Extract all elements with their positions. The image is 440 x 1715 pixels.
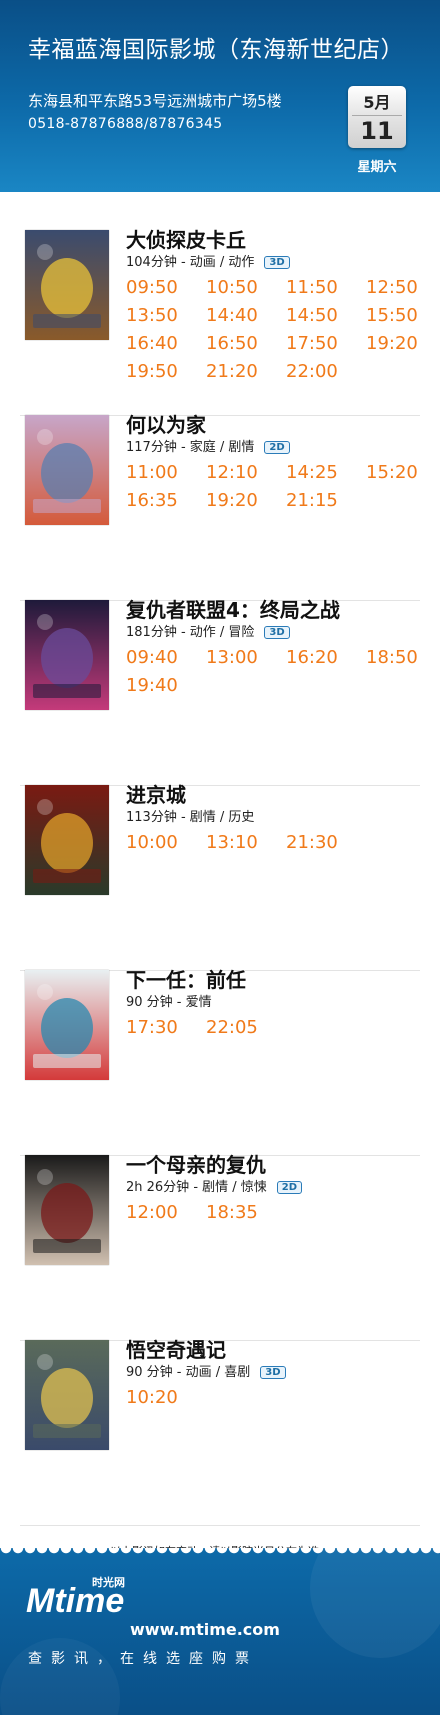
showtime-slot[interactable]: 15:50	[366, 304, 440, 327]
showtime-slot[interactable]: 13:00	[206, 646, 286, 669]
showtime-slot[interactable]: 22:00	[286, 360, 366, 383]
showtime-grid: 11:00 12:10 14:25 15:20 16:35 19:20 21:15	[126, 461, 426, 512]
movie-meta: 2h 26分钟 - 剧情 / 惊悚 2D	[126, 1176, 303, 1195]
showtime-slot[interactable]: 16:40	[126, 332, 206, 355]
movie-item[interactable]: 复仇者联盟4：终局之战 181分钟 - 动作 / 冒险 3D 09:40 13:00 16…	[20, 598, 420, 786]
movie-duration-genre: 117分钟 - 家庭 / 剧情	[126, 440, 255, 455]
movie-title[interactable]: 大侦探皮卡丘	[126, 224, 246, 253]
date-month: 5月	[363, 93, 391, 112]
showtime-grid: 10:00 13:10 21:30	[126, 831, 426, 854]
ticket-edge-top	[0, 190, 440, 202]
format-badge-2d: 2D	[264, 441, 290, 454]
showtime-slot[interactable]: 13:50	[126, 304, 206, 327]
showtime-slot[interactable]: 10:50	[206, 276, 286, 299]
showtime-slot[interactable]: 10:20	[126, 1386, 206, 1409]
showtime-slot[interactable]: 14:50	[286, 304, 366, 327]
date-calendar-badge: 5月 11	[348, 86, 406, 148]
movie-poster-image[interactable]	[25, 785, 109, 895]
movie-title[interactable]: 何以为家	[126, 409, 206, 438]
movie-meta: 113分钟 - 剧情 / 历史	[126, 806, 254, 825]
showtime-slot[interactable]: 14:25	[286, 461, 366, 484]
movie-poster-image[interactable]	[25, 970, 109, 1080]
movie-item[interactable]: 一个母亲的复仇 2h 26分钟 - 剧情 / 惊悚 2D 12:00 18:35	[20, 1153, 420, 1341]
showtime-slot[interactable]: 16:20	[286, 646, 366, 669]
movie-meta: 117分钟 - 家庭 / 剧情 2D	[126, 436, 290, 455]
logo-cn-text: 时光网	[92, 1575, 125, 1589]
showtime-slot[interactable]: 14:40	[206, 304, 286, 327]
showtime-slot[interactable]: 15:20	[366, 461, 440, 484]
movie-title[interactable]: 下一任：前任	[126, 964, 246, 993]
movie-item[interactable]: 何以为家 117分钟 - 家庭 / 剧情 2D 11:00 12:10 14:25 15:2…	[20, 413, 420, 601]
movie-poster-image[interactable]	[25, 415, 109, 525]
movie-item[interactable]: 大侦探皮卡丘 104分钟 - 动画 / 动作 3D 09:50 10:50 11:50 12…	[20, 228, 420, 416]
showtime-slot[interactable]: 21:15	[286, 489, 366, 512]
showtime-slot[interactable]: 22:05	[206, 1016, 286, 1039]
movie-meta: 104分钟 - 动画 / 动作 3D	[126, 251, 290, 270]
cinema-address: 东海县和平东路53号远洲城市广场5楼	[28, 92, 282, 110]
showtime-slot[interactable]: 18:50	[366, 646, 440, 669]
showtime-slot[interactable]: 19:20	[366, 332, 440, 355]
mtime-logo[interactable]: Mtime 时光网	[26, 1572, 130, 1624]
showtime-slot[interactable]: 21:20	[206, 360, 286, 383]
showtime-slot[interactable]: 13:10	[206, 831, 286, 854]
showtime-slot[interactable]: 17:30	[126, 1016, 206, 1039]
movie-meta: 90 分钟 - 动画 / 喜剧 3D	[126, 1361, 286, 1380]
mtime-url-link[interactable]: www.mtime.com	[130, 1620, 280, 1639]
showtime-slot[interactable]: 19:40	[126, 674, 206, 697]
showtime-slot[interactable]: 12:10	[206, 461, 286, 484]
format-badge-2d: 2D	[276, 1181, 303, 1194]
showtime-grid: 09:50 10:50 11:50 12:50 13:50 14:40 14:50 15:50…	[126, 276, 426, 383]
format-badge-3d: 3D	[264, 626, 290, 639]
cinema-name: 幸福蓝海国际影城（东海新世纪店）	[28, 37, 404, 63]
movie-title[interactable]: 复仇者联盟4：终局之战	[126, 594, 340, 623]
movie-duration-genre: 90 分钟 - 爱情	[126, 995, 212, 1010]
movie-item[interactable]: 下一任：前任 90 分钟 - 爱情 17:30 22:05	[20, 968, 420, 1156]
ticket-edge-bottom	[0, 1548, 440, 1560]
showtime-slot[interactable]: 11:00	[126, 461, 206, 484]
movie-duration-genre: 113分钟 - 剧情 / 历史	[126, 810, 255, 825]
movie-meta: 90 分钟 - 爱情	[126, 991, 212, 1010]
movie-duration-genre: 104分钟 - 动画 / 动作	[126, 255, 255, 270]
movie-title[interactable]: 进京城	[126, 779, 186, 808]
showtime-slot[interactable]: 16:35	[126, 489, 206, 512]
date-weekday: 星期六	[357, 160, 397, 175]
showtime-slot[interactable]: 12:50	[366, 276, 440, 299]
showtime-slot[interactable]: 12:00	[126, 1201, 206, 1224]
showtime-slot[interactable]: 18:35	[206, 1201, 286, 1224]
mtime-logo-icon: Mtime 时光网	[26, 1575, 125, 1620]
format-badge-3d: 3D	[260, 1366, 286, 1379]
movie-item[interactable]: 悟空奇遇记 90 分钟 - 动画 / 喜剧 3D 10:20	[20, 1338, 420, 1526]
movie-poster-image[interactable]	[25, 1155, 109, 1265]
movie-poster-image[interactable]	[25, 230, 109, 340]
movie-duration-genre: 90 分钟 - 动画 / 喜剧	[126, 1365, 251, 1380]
movie-item[interactable]: 进京城 113分钟 - 剧情 / 历史 10:00 13:10 21:30	[20, 783, 420, 971]
movie-duration-genre: 181分钟 - 动作 / 冒险	[126, 625, 255, 640]
showtime-slot[interactable]: 09:50	[126, 276, 206, 299]
showtime-grid: 12:00 18:35	[126, 1201, 426, 1224]
movie-poster-image[interactable]	[25, 600, 109, 710]
format-badge-3d: 3D	[264, 256, 290, 269]
showtime-slot[interactable]: 19:50	[126, 360, 206, 383]
showtime-slot[interactable]: 19:20	[206, 489, 286, 512]
cinema-header: 幸福蓝海国际影城（东海新世纪店） 东海县和平东路53号远洲城市广场5楼 0518…	[0, 0, 440, 192]
movie-title[interactable]: 一个母亲的复仇	[126, 1149, 266, 1178]
showtime-grid: 10:20	[126, 1386, 426, 1409]
date-day: 11	[360, 117, 394, 145]
movie-duration-genre: 2h 26分钟 - 剧情 / 惊悚	[126, 1180, 267, 1195]
cinema-phone: 0518-87876888/87876345	[28, 116, 223, 132]
showtime-slot[interactable]: 21:30	[286, 831, 366, 854]
footer-slogan: 查影讯，在线选座购票	[28, 1651, 258, 1667]
showtime-slot[interactable]: 10:00	[126, 831, 206, 854]
movie-poster-image[interactable]	[25, 1340, 109, 1450]
movie-meta: 181分钟 - 动作 / 冒险 3D	[126, 621, 290, 640]
showtime-slot[interactable]: 11:50	[286, 276, 366, 299]
showtime-slot[interactable]: 09:40	[126, 646, 206, 669]
movie-title[interactable]: 悟空奇遇记	[126, 1334, 226, 1363]
showtime-grid: 17:30 22:05	[126, 1016, 426, 1039]
showtime-slot[interactable]: 17:50	[286, 332, 366, 355]
showtime-grid: 09:40 13:00 16:20 18:50 19:40	[126, 646, 426, 697]
showtime-slot[interactable]: 16:50	[206, 332, 286, 355]
